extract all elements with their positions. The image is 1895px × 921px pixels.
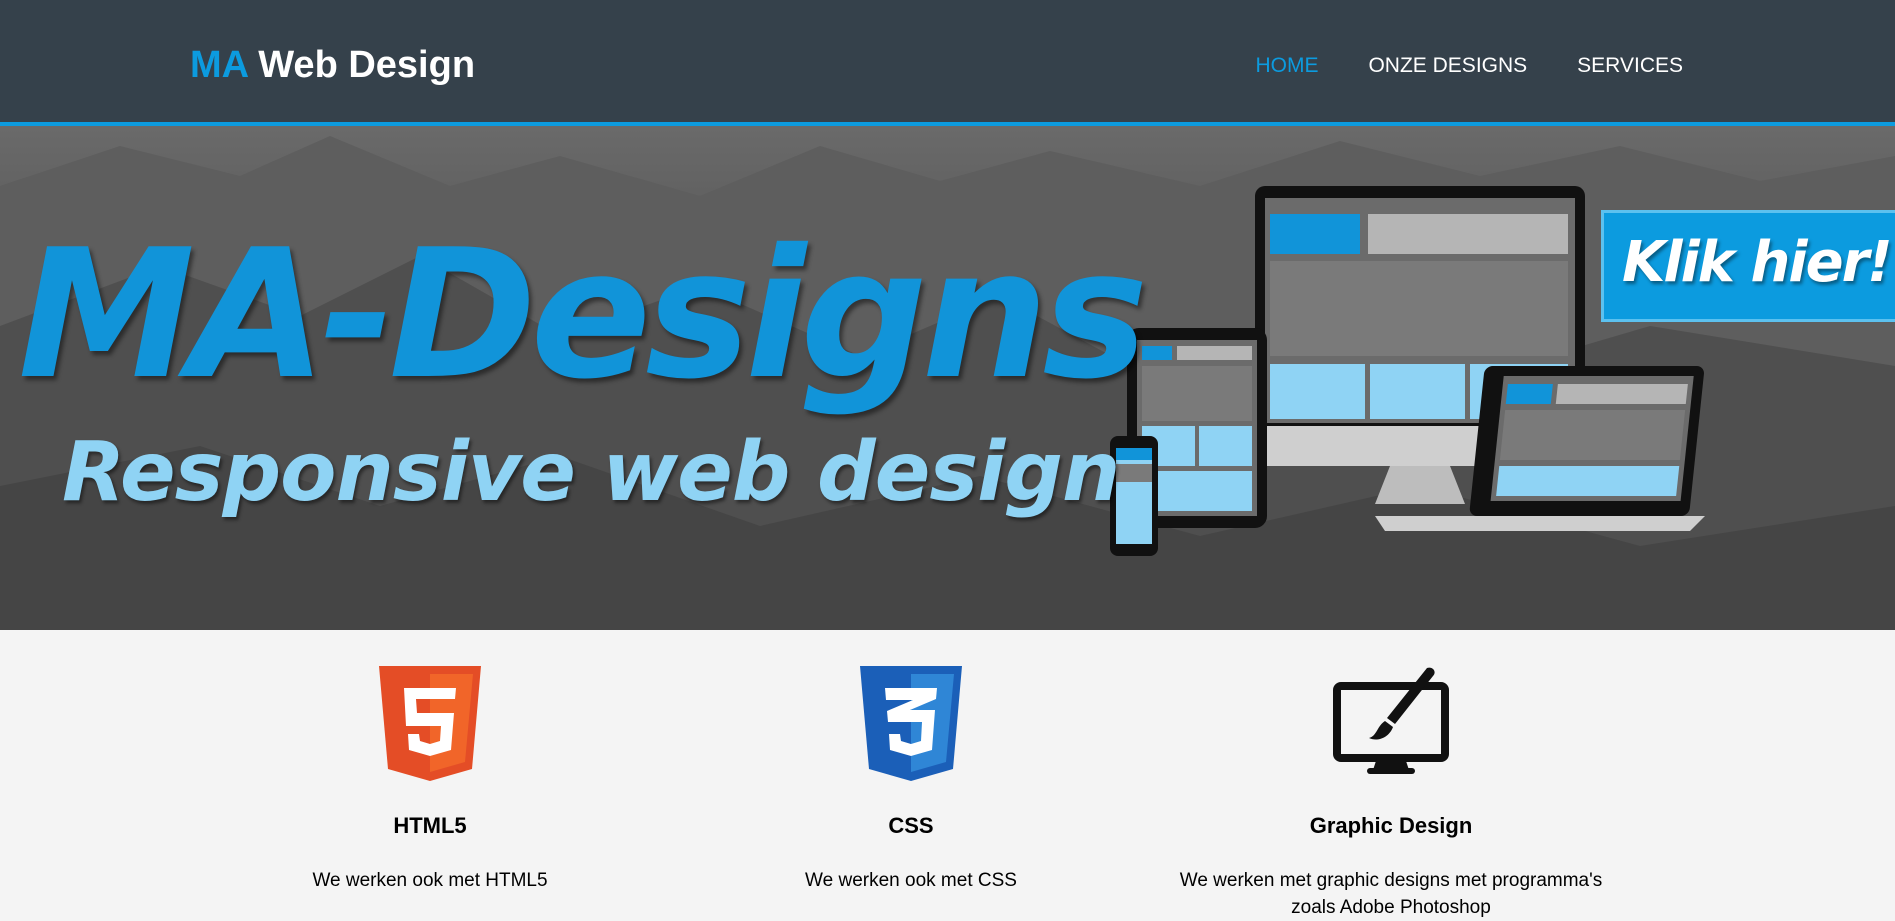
site-header: MA Web Design HOME ONZE DESIGNS SERVICES bbox=[0, 0, 1895, 126]
nav-link-onze-designs[interactable]: ONZE DESIGNS bbox=[1368, 54, 1527, 78]
service-title: Graphic Design bbox=[1309, 813, 1473, 838]
main-nav: HOME ONZE DESIGNS SERVICES bbox=[1255, 54, 1683, 78]
hero-subtitle: Responsive web design bbox=[62, 425, 1120, 520]
cta-label: Klik hier! bbox=[1622, 230, 1893, 295]
klik-hier-button[interactable]: Klik hier! bbox=[1601, 210, 1895, 322]
service-title: HTML5 bbox=[393, 813, 467, 838]
service-text: We werken met graphic designs met progra… bbox=[1179, 870, 1603, 918]
service-text: We werken ook met HTML5 bbox=[312, 870, 548, 891]
site-logo[interactable]: MA Web Design bbox=[190, 44, 475, 87]
hero-title: MA-Designs bbox=[18, 211, 1148, 418]
html5-icon bbox=[379, 666, 481, 781]
services-section: HTML5 We werken ook met HTML5 CSS We wer… bbox=[0, 630, 1895, 918]
service-text: We werken ook met CSS bbox=[805, 870, 1017, 891]
nav-link-home[interactable]: HOME bbox=[1255, 54, 1318, 78]
service-title: CSS bbox=[888, 813, 934, 838]
graphic-design-icon bbox=[1333, 667, 1449, 774]
logo-text: Web Design bbox=[258, 44, 476, 86]
css3-icon bbox=[860, 666, 962, 781]
hero-banner: MA-Designs Responsive web design Klik hi… bbox=[0, 126, 1895, 630]
logo-accent: MA bbox=[190, 44, 248, 86]
nav-link-services[interactable]: SERVICES bbox=[1577, 54, 1683, 78]
